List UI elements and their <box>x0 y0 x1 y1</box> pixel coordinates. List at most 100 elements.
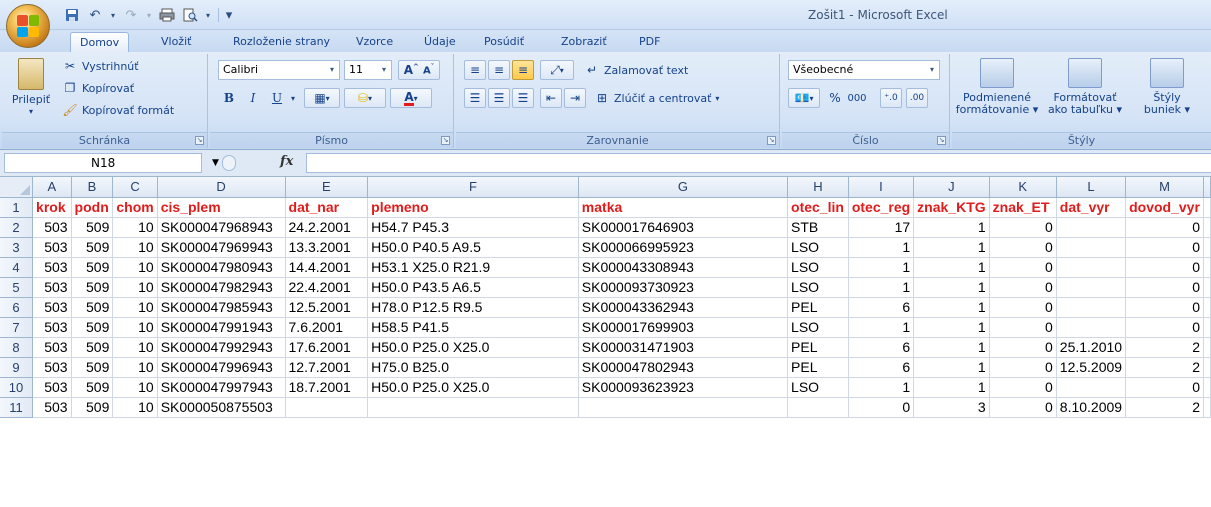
column-header-m[interactable]: M <box>1125 177 1204 198</box>
formula-bar-splitter[interactable] <box>222 155 236 171</box>
print-icon[interactable] <box>157 6 177 24</box>
cell-i10[interactable]: 1 <box>848 377 915 398</box>
cell-k11[interactable]: 0 <box>989 397 1057 418</box>
cell-c8[interactable]: 10 <box>112 337 158 358</box>
cell-j1[interactable]: znak_KTG <box>913 197 990 218</box>
cell-f5[interactable]: H50.0 P43.5 A6.5 <box>367 277 579 298</box>
cell-e8[interactable]: 17.6.2001 <box>285 337 369 358</box>
font-size-select[interactable]: 11 ▾ <box>344 60 392 80</box>
cell-e11[interactable] <box>285 397 369 418</box>
cell-a11[interactable]: 503 <box>32 397 72 418</box>
decrease-decimal-button[interactable]: .00 <box>906 88 928 108</box>
column-header-d[interactable]: D <box>157 177 286 198</box>
row-header[interactable]: 9 <box>0 357 34 378</box>
cell-f3[interactable]: H50.0 P40.5 A9.5 <box>367 237 579 258</box>
select-all-corner[interactable] <box>0 177 34 198</box>
cell-e4[interactable]: 14.4.2001 <box>285 257 369 278</box>
row-header[interactable]: 7 <box>0 317 34 338</box>
grow-shrink-font-button[interactable]: A^ Aˇ <box>398 60 440 80</box>
cell-h8[interactable]: PEL <box>787 337 849 358</box>
cell-overflow[interactable] <box>1203 397 1211 418</box>
cell-i7[interactable]: 1 <box>848 317 915 338</box>
cell-d5[interactable]: SK000047982943 <box>157 277 286 298</box>
cell-a9[interactable]: 503 <box>32 357 72 378</box>
cell-j10[interactable]: 1 <box>913 377 990 398</box>
cell-e3[interactable]: 13.3.2001 <box>285 237 369 258</box>
save-icon[interactable] <box>62 6 82 24</box>
cell-e9[interactable]: 12.7.2001 <box>285 357 369 378</box>
tab-posudit[interactable]: Posúdiť <box>475 32 533 52</box>
cell-g8[interactable]: SK000031471903 <box>578 337 789 358</box>
cell-overflow[interactable] <box>1203 377 1211 398</box>
name-box[interactable]: N18 <box>4 153 202 173</box>
row-header[interactable]: 4 <box>0 257 34 278</box>
cell-d9[interactable]: SK000047996943 <box>157 357 286 378</box>
cell-l11[interactable]: 8.10.2009 <box>1056 397 1127 418</box>
cell-l3[interactable] <box>1056 237 1127 258</box>
cell-d4[interactable]: SK000047980943 <box>157 257 286 278</box>
number-launcher-icon[interactable]: ↘ <box>937 136 946 145</box>
cell-h9[interactable]: PEL <box>787 357 849 378</box>
fill-color-button[interactable]: ⛁ ▾ <box>344 88 386 108</box>
paste-button[interactable]: Prilepiť ▾ <box>6 58 56 118</box>
accounting-format-button[interactable]: 💶 ▾ <box>788 88 820 108</box>
column-header-b[interactable]: B <box>71 177 114 198</box>
cell-b1[interactable]: podn <box>71 197 114 218</box>
align-middle-button[interactable]: ≡ <box>488 60 510 80</box>
cell-a5[interactable]: 503 <box>32 277 72 298</box>
column-header-overflow[interactable] <box>1203 177 1211 198</box>
clipboard-launcher-icon[interactable]: ↘ <box>195 136 204 145</box>
cell-a1[interactable]: krok <box>32 197 72 218</box>
cell-g6[interactable]: SK000043362943 <box>578 297 789 318</box>
cell-overflow[interactable] <box>1203 257 1211 278</box>
cell-c1[interactable]: chom <box>112 197 158 218</box>
name-box-dropdown-icon[interactable]: ▼ <box>212 158 219 168</box>
column-header-i[interactable]: I <box>848 177 915 198</box>
cell-overflow[interactable] <box>1203 277 1211 298</box>
redo-dropdown-icon[interactable]: ▾ <box>144 6 154 24</box>
cell-d7[interactable]: SK000047991943 <box>157 317 286 338</box>
cell-m5[interactable]: 0 <box>1125 277 1204 298</box>
cell-e7[interactable]: 7.6.2001 <box>285 317 369 338</box>
align-center-button[interactable]: ☰ <box>488 88 510 108</box>
cell-g10[interactable]: SK000093623923 <box>578 377 789 398</box>
underline-dropdown-icon[interactable]: ▾ <box>288 88 298 108</box>
column-header-a[interactable]: A <box>32 177 72 198</box>
cell-h1[interactable]: otec_lin <box>787 197 849 218</box>
customize-icon[interactable]: ▾ <box>224 6 234 24</box>
bold-button[interactable]: B <box>218 88 240 108</box>
cell-l7[interactable] <box>1056 317 1127 338</box>
row-header[interactable]: 8 <box>0 337 34 358</box>
cell-g1[interactable]: matka <box>578 197 789 218</box>
tab-rozlozenie-strany[interactable]: Rozloženie strany <box>224 32 339 52</box>
cell-k7[interactable]: 0 <box>989 317 1057 338</box>
cell-k5[interactable]: 0 <box>989 277 1057 298</box>
conditional-formatting-button[interactable]: Podmienené formátovanie ▾ <box>954 58 1040 116</box>
undo-dropdown-icon[interactable]: ▾ <box>108 6 118 24</box>
column-header-l[interactable]: L <box>1056 177 1127 198</box>
cell-f6[interactable]: H78.0 P12.5 R9.5 <box>367 297 579 318</box>
redo-icon[interactable]: ↷ <box>121 6 141 24</box>
cell-c5[interactable]: 10 <box>112 277 158 298</box>
cell-i2[interactable]: 17 <box>848 217 915 238</box>
column-header-c[interactable]: C <box>112 177 158 198</box>
cut-button[interactable]: ✂ Vystrihnúť <box>62 58 139 74</box>
cell-i6[interactable]: 6 <box>848 297 915 318</box>
cell-e5[interactable]: 22.4.2001 <box>285 277 369 298</box>
cell-i5[interactable]: 1 <box>848 277 915 298</box>
align-left-button[interactable]: ☰ <box>464 88 486 108</box>
cell-overflow[interactable] <box>1203 317 1211 338</box>
cell-a6[interactable]: 503 <box>32 297 72 318</box>
cell-i9[interactable]: 6 <box>848 357 915 378</box>
cell-h3[interactable]: LSO <box>787 237 849 258</box>
cell-k8[interactable]: 0 <box>989 337 1057 358</box>
cell-d3[interactable]: SK000047969943 <box>157 237 286 258</box>
cell-m7[interactable]: 0 <box>1125 317 1204 338</box>
cell-b4[interactable]: 509 <box>71 257 114 278</box>
cell-g5[interactable]: SK000093730923 <box>578 277 789 298</box>
cell-h6[interactable]: PEL <box>787 297 849 318</box>
cell-j11[interactable]: 3 <box>913 397 990 418</box>
cell-k9[interactable]: 0 <box>989 357 1057 378</box>
cell-c9[interactable]: 10 <box>112 357 158 378</box>
cell-l6[interactable] <box>1056 297 1127 318</box>
